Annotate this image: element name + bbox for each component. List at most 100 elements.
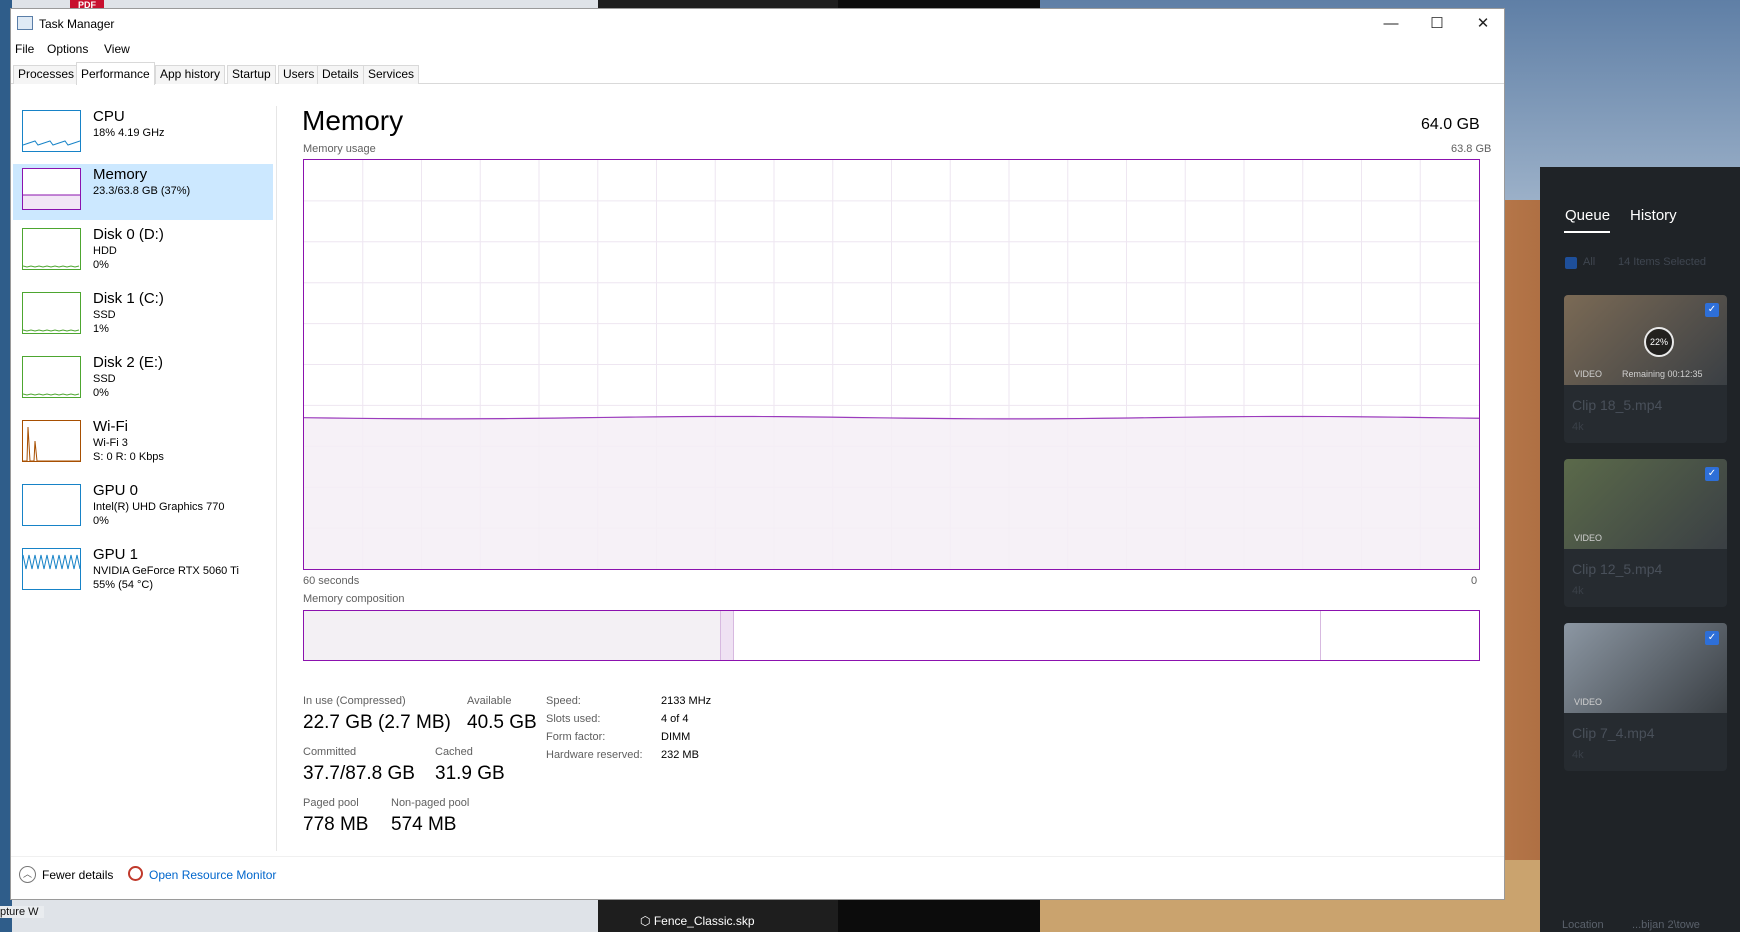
speed-value: 2133 MHz: [661, 695, 712, 707]
mini-graph-line: [23, 554, 80, 570]
render-queue-panel: Queue History All 14 Items Selected 22% …: [1540, 167, 1740, 932]
sidebar-item-detail: 18% 4.19 GHz: [93, 127, 165, 139]
cpu-mini-graph: [22, 110, 81, 152]
speed-label: Speed:: [546, 695, 581, 707]
tab-startup[interactable]: Startup: [227, 65, 276, 84]
mini-graph-line: [23, 194, 80, 209]
memory-mini-graph: [22, 168, 81, 210]
graph-x-end-label: 0: [1471, 575, 1478, 587]
file-name: Fence_Classic.skp: [653, 914, 755, 928]
menu-bar: File Options View: [11, 39, 1504, 59]
video-badge: VIDEO: [1574, 369, 1603, 379]
sidebar-item-memory[interactable]: Memory 23.3/63.8 GB (37%): [13, 164, 273, 220]
minimize-button[interactable]: —: [1368, 9, 1414, 39]
hardware-reserved-value: 232 MB: [661, 749, 699, 761]
close-button[interactable]: ✕: [1460, 9, 1506, 39]
menu-file[interactable]: File: [15, 42, 34, 56]
tab-services[interactable]: Services: [363, 65, 420, 84]
available-label: Available: [467, 695, 512, 707]
sidebar-item-usage: 0%: [93, 387, 109, 399]
clip-resolution: 4k: [1572, 749, 1584, 761]
gpu-0-mini-graph: [22, 484, 81, 526]
committed-value: 37.7/87.8 GB: [303, 763, 415, 784]
cached-label: Cached: [435, 746, 473, 758]
sidebar-item-detail: HDD: [93, 245, 117, 257]
sidebar-divider: [276, 106, 277, 851]
non-paged-pool-label: Non-paged pool: [391, 797, 470, 809]
composition-modified: [721, 611, 735, 660]
sidebar-item-title: CPU: [93, 108, 125, 125]
menu-view[interactable]: View: [104, 42, 130, 56]
clip-name: Clip 18_5.mp4: [1572, 397, 1663, 413]
form-factor-label: Form factor:: [546, 731, 606, 743]
in-use-label: In use (Compressed): [303, 695, 406, 707]
title-bar[interactable]: Task Manager — ☐ ✕: [11, 9, 1504, 39]
sidebar-item-disk-0[interactable]: Disk 0 (D:) HDD 0%: [13, 224, 273, 280]
tab-users[interactable]: Users: [278, 65, 320, 84]
sidebar-item-usage: 0%: [93, 515, 109, 527]
mini-graph-line: [23, 485, 80, 525]
available-value: 40.5 GB: [467, 712, 537, 733]
task-manager-icon: [17, 16, 33, 30]
fewer-details-button[interactable]: Fewer details: [42, 868, 113, 882]
sidebar-item-detail: Intel(R) UHD Graphics 770: [93, 501, 225, 513]
tab-app-history[interactable]: App history: [155, 65, 226, 84]
sidebar-item-title: GPU 1: [93, 546, 139, 563]
mini-graph-line: [23, 426, 80, 461]
sidebar-item-disk-1[interactable]: Disk 1 (C:) SSD 1%: [13, 288, 273, 344]
menu-options[interactable]: Options: [47, 42, 88, 56]
open-resource-monitor-link[interactable]: Open Resource Monitor: [149, 868, 276, 882]
maximize-button[interactable]: ☐: [1414, 9, 1460, 39]
clip-resolution: 4k: [1572, 421, 1584, 433]
disk-0-mini-graph: [22, 228, 81, 270]
paged-pool-label: Paged pool: [303, 797, 359, 809]
slots-label: Slots used:: [546, 713, 601, 725]
location-value[interactable]: ...bijan 2\towe: [1632, 919, 1700, 931]
tab-queue[interactable]: Queue: [1565, 207, 1610, 224]
location-label: Location: [1562, 919, 1604, 931]
cached-value: 31.9 GB: [435, 763, 505, 784]
tab-strip: Processes Performance App history Startu…: [11, 62, 1504, 85]
sidebar-item-detail: SSD: [93, 309, 116, 321]
desktop-icon-label[interactable]: pture W: [0, 906, 44, 918]
queue-card[interactable]: ✓ VIDEO Clip 7_4.mp4 4k: [1564, 623, 1727, 771]
mini-graph-line: [23, 329, 80, 332]
queue-card[interactable]: 22% ✓ VIDEO Remaining 00:12:35 Clip 18_5…: [1564, 295, 1727, 443]
chevron-up-icon[interactable]: ︿: [19, 866, 36, 883]
memory-usage-graph: [303, 159, 1480, 570]
tab-details[interactable]: Details: [317, 65, 364, 84]
card-checkbox[interactable]: ✓: [1705, 303, 1719, 317]
sidebar-item-usage: 55% (54 °C): [93, 579, 154, 591]
queue-card[interactable]: ✓ VIDEO Clip 12_5.mp4 4k: [1564, 459, 1727, 607]
sidebar-item-title: Wi-Fi: [93, 418, 128, 435]
tab-performance[interactable]: Performance: [76, 62, 155, 85]
composition-free: [1320, 611, 1479, 660]
resource-monitor-icon[interactable]: [128, 866, 143, 881]
card-checkbox[interactable]: ✓: [1705, 467, 1719, 481]
tab-history[interactable]: History: [1630, 207, 1677, 224]
sidebar-item-detail: Wi-Fi 3: [93, 437, 128, 449]
card-checkbox[interactable]: ✓: [1705, 631, 1719, 645]
form-factor-value: DIMM: [661, 731, 691, 743]
composition-label: Memory composition: [303, 593, 405, 605]
graph-x-start-label: 60 seconds: [303, 575, 360, 587]
slots-value: 4 of 4: [661, 713, 689, 725]
sidebar-item-gpu-0[interactable]: GPU 0 Intel(R) UHD Graphics 770 0%: [13, 480, 273, 536]
resource-sidebar: CPU 18% 4.19 GHz Memory 23.3/63.8 GB (37…: [11, 106, 273, 856]
remaining-time: Remaining 00:12:35: [1622, 369, 1703, 379]
sidebar-item-cpu[interactable]: CPU 18% 4.19 GHz: [13, 106, 273, 162]
sidebar-item-detail: SSD: [93, 373, 116, 385]
committed-label: Committed: [303, 746, 357, 758]
sidebar-item-usage: 1%: [93, 323, 109, 335]
mini-graph-line: [23, 265, 80, 268]
memory-composition-bar: [303, 610, 1480, 661]
sidebar-item-wifi[interactable]: Wi-Fi Wi-Fi 3 S: 0 R: 0 Kbps: [13, 416, 273, 472]
sidebar-item-disk-2[interactable]: Disk 2 (E:) SSD 0%: [13, 352, 273, 408]
background-file-label[interactable]: ⬡ Fence_Classic.skp: [640, 914, 755, 928]
sidebar-item-gpu-1[interactable]: GPU 1 NVIDIA GeForce RTX 5060 Ti 55% (54…: [13, 544, 273, 600]
filter-all-label: All: [1583, 256, 1596, 268]
sidebar-item-title: Disk 0 (D:): [93, 226, 164, 243]
select-all-checkbox[interactable]: [1565, 257, 1577, 269]
tab-processes[interactable]: Processes: [13, 65, 80, 84]
in-use-value: 22.7 GB (2.7 MB): [303, 712, 451, 733]
